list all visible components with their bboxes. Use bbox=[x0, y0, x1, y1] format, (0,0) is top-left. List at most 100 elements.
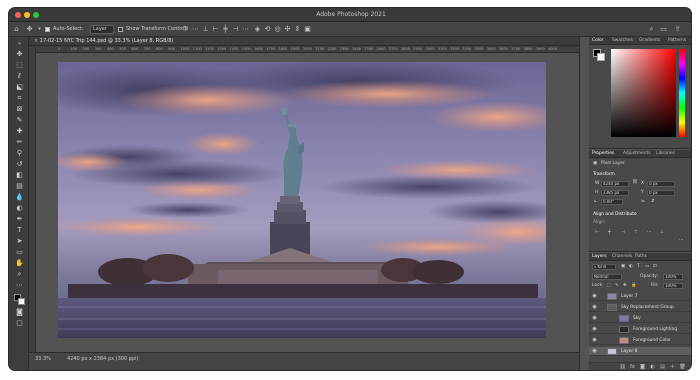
drag-3d-icon[interactable]: ✣ bbox=[283, 25, 292, 34]
prop-align-middle-icon[interactable]: ⋯ bbox=[647, 230, 651, 236]
tab-properties[interactable]: Properties bbox=[592, 150, 614, 158]
eraser-tool[interactable]: ◧ bbox=[15, 171, 24, 180]
height-field[interactable]: 2385 px bbox=[601, 190, 629, 196]
width-field[interactable]: 4240 px bbox=[601, 181, 629, 187]
link-icon[interactable]: ⛓ bbox=[632, 180, 638, 186]
search-icon[interactable]: ⌕ bbox=[647, 25, 656, 34]
layer-row[interactable]: ◉ Foreground Color bbox=[589, 336, 691, 345]
filter-smart-object-icon[interactable]: ⊡ bbox=[653, 264, 657, 270]
lock-position-icon[interactable]: ✥ bbox=[623, 283, 627, 289]
slide-3d-icon[interactable]: ⇕ bbox=[293, 25, 302, 34]
hue-slider[interactable] bbox=[679, 49, 685, 137]
zoom-tool[interactable]: ⌕ bbox=[15, 270, 24, 279]
color-saturation-field[interactable] bbox=[611, 49, 676, 137]
background-color-chip[interactable] bbox=[597, 53, 605, 61]
blend-mode-dropdown[interactable]: Normal bbox=[592, 274, 622, 280]
align-bottom-icon[interactable]: ⊥ bbox=[201, 25, 210, 34]
visibility-eye-icon[interactable]: ◉ bbox=[591, 348, 598, 355]
more-properties-icon[interactable]: ⋯ bbox=[679, 238, 683, 244]
tab-swatches[interactable]: Swatches bbox=[612, 37, 633, 45]
transform-controls-checkbox[interactable] bbox=[118, 27, 123, 32]
delete-layer-icon[interactable]: 🗑 bbox=[679, 364, 686, 370]
frame-tool[interactable]: ⊠ bbox=[15, 105, 24, 114]
quick-mask-icon[interactable]: ◙ bbox=[15, 308, 24, 317]
tab-patterns[interactable]: Patterns bbox=[668, 37, 686, 45]
tab-layers[interactable]: Layers bbox=[592, 253, 607, 261]
marquee-tool[interactable]: ⬚ bbox=[15, 61, 24, 70]
type-tool[interactable]: T bbox=[15, 226, 24, 235]
align-vertical-center-icon[interactable]: ⋯ bbox=[191, 25, 200, 34]
layer-style-icon[interactable]: fx bbox=[629, 364, 636, 370]
brush-tool[interactable]: ✏ bbox=[15, 138, 24, 147]
workspace-icon[interactable]: ▭ bbox=[659, 25, 668, 34]
3d-mode-icon[interactable]: ◈ bbox=[253, 25, 262, 34]
screen-mode-icon[interactable]: ▢ bbox=[15, 319, 24, 328]
layer-row[interactable]: ◉ Foreground Lighting bbox=[589, 325, 691, 334]
pen-tool[interactable]: ✒ bbox=[15, 215, 24, 224]
tab-paths[interactable]: Paths bbox=[635, 253, 647, 261]
layer-filter-dropdown[interactable]: ⌕ Kind bbox=[592, 264, 616, 270]
history-brush-tool[interactable]: ↺ bbox=[15, 160, 24, 169]
tab-gradients[interactable]: Gradients bbox=[639, 37, 660, 45]
x-field[interactable]: 0 px bbox=[647, 181, 675, 187]
align-top-icon[interactable]: ⊤ bbox=[181, 25, 190, 34]
angle-field[interactable]: 0.00° bbox=[601, 199, 623, 205]
new-group-icon[interactable]: ▤ bbox=[659, 364, 666, 370]
visibility-eye-icon[interactable]: ◉ bbox=[591, 315, 598, 322]
document-canvas[interactable] bbox=[58, 62, 546, 338]
align-right-icon[interactable]: ⊣ bbox=[231, 25, 240, 34]
path-selection-tool[interactable]: ➤ bbox=[15, 237, 24, 246]
orbit-3d-icon[interactable]: ⟲ bbox=[263, 25, 272, 34]
visibility-eye-icon[interactable]: ◉ bbox=[591, 293, 598, 300]
flip-horizontal-icon[interactable]: ⇋ bbox=[641, 199, 645, 205]
expand-toolbar-icon[interactable]: » bbox=[15, 40, 24, 49]
y-field[interactable]: 0 px bbox=[647, 190, 675, 196]
healing-brush-tool[interactable]: ✚ bbox=[15, 127, 24, 136]
auto-select-dropdown[interactable]: Layer bbox=[90, 25, 114, 34]
roll-3d-icon[interactable]: ◎ bbox=[273, 25, 282, 34]
scale-3d-icon[interactable]: ▣ bbox=[303, 25, 312, 34]
clone-stamp-tool[interactable]: ⚲ bbox=[15, 149, 24, 158]
lock-pixels-icon[interactable]: ✎ bbox=[615, 283, 619, 289]
tab-adjustments[interactable]: Adjustments bbox=[623, 150, 651, 158]
hand-tool[interactable]: ✋ bbox=[15, 259, 24, 268]
background-color-swatch[interactable] bbox=[18, 298, 25, 305]
blur-tool[interactable]: 💧 bbox=[15, 193, 24, 202]
lock-transparent-icon[interactable]: ⬚ bbox=[607, 283, 611, 289]
fill-field[interactable]: 100% bbox=[663, 283, 683, 289]
object-selection-tool[interactable]: ⬕ bbox=[15, 83, 24, 92]
flip-vertical-icon[interactable]: ⇵ bbox=[651, 199, 655, 205]
share-icon[interactable]: ⇪ bbox=[673, 25, 682, 34]
filter-pixel-icon[interactable]: ▣ bbox=[621, 264, 625, 270]
align-left-icon[interactable]: ⊢ bbox=[211, 25, 220, 34]
tab-channels[interactable]: Channels bbox=[612, 253, 632, 261]
dodge-tool[interactable]: ◐ bbox=[15, 204, 24, 213]
align-horizontal-center-icon[interactable]: ╪ bbox=[221, 25, 230, 34]
prop-align-top-icon[interactable]: ⊤ bbox=[634, 230, 638, 236]
tab-libraries[interactable]: Libraries bbox=[656, 150, 675, 158]
rectangle-tool[interactable]: ▭ bbox=[15, 248, 24, 257]
lock-all-icon[interactable]: 🔒 bbox=[631, 283, 636, 289]
tab-color[interactable]: Color bbox=[592, 37, 603, 45]
layer-row[interactable]: ◉ Layer 8 bbox=[589, 347, 691, 356]
home-icon[interactable]: ⌂ bbox=[12, 25, 21, 34]
adjustment-layer-icon[interactable]: ◐ bbox=[649, 364, 656, 370]
crop-tool[interactable]: ⌗ bbox=[15, 94, 24, 103]
gradient-tool[interactable]: ▤ bbox=[15, 182, 24, 191]
auto-select-checkbox[interactable] bbox=[45, 27, 50, 32]
visibility-eye-icon[interactable]: ◉ bbox=[591, 304, 598, 311]
prop-align-bottom-icon[interactable]: ⊥ bbox=[660, 230, 664, 236]
link-layers-icon[interactable]: ⛓ bbox=[619, 364, 626, 370]
more-options-icon[interactable]: ⋯ bbox=[241, 25, 250, 34]
visibility-eye-icon[interactable]: ◉ bbox=[591, 337, 598, 344]
add-mask-icon[interactable]: ◙ bbox=[639, 364, 646, 370]
document-tab[interactable]: × 17-02-15 NYC Trip 144.psd @ 33.3% (Lay… bbox=[29, 37, 579, 46]
more-tools-icon[interactable]: ⋯ bbox=[15, 281, 24, 290]
new-layer-icon[interactable]: ＋ bbox=[669, 364, 676, 370]
layer-row[interactable]: ◉ Sky bbox=[589, 314, 691, 323]
prop-align-center-icon[interactable]: ╪ bbox=[608, 230, 611, 236]
eyedropper-tool[interactable]: ✎ bbox=[15, 116, 24, 125]
filter-shape-icon[interactable]: ▭ bbox=[645, 264, 649, 270]
filter-type-icon[interactable]: T bbox=[637, 264, 640, 270]
zoom-level[interactable]: 33.3% bbox=[35, 355, 51, 363]
